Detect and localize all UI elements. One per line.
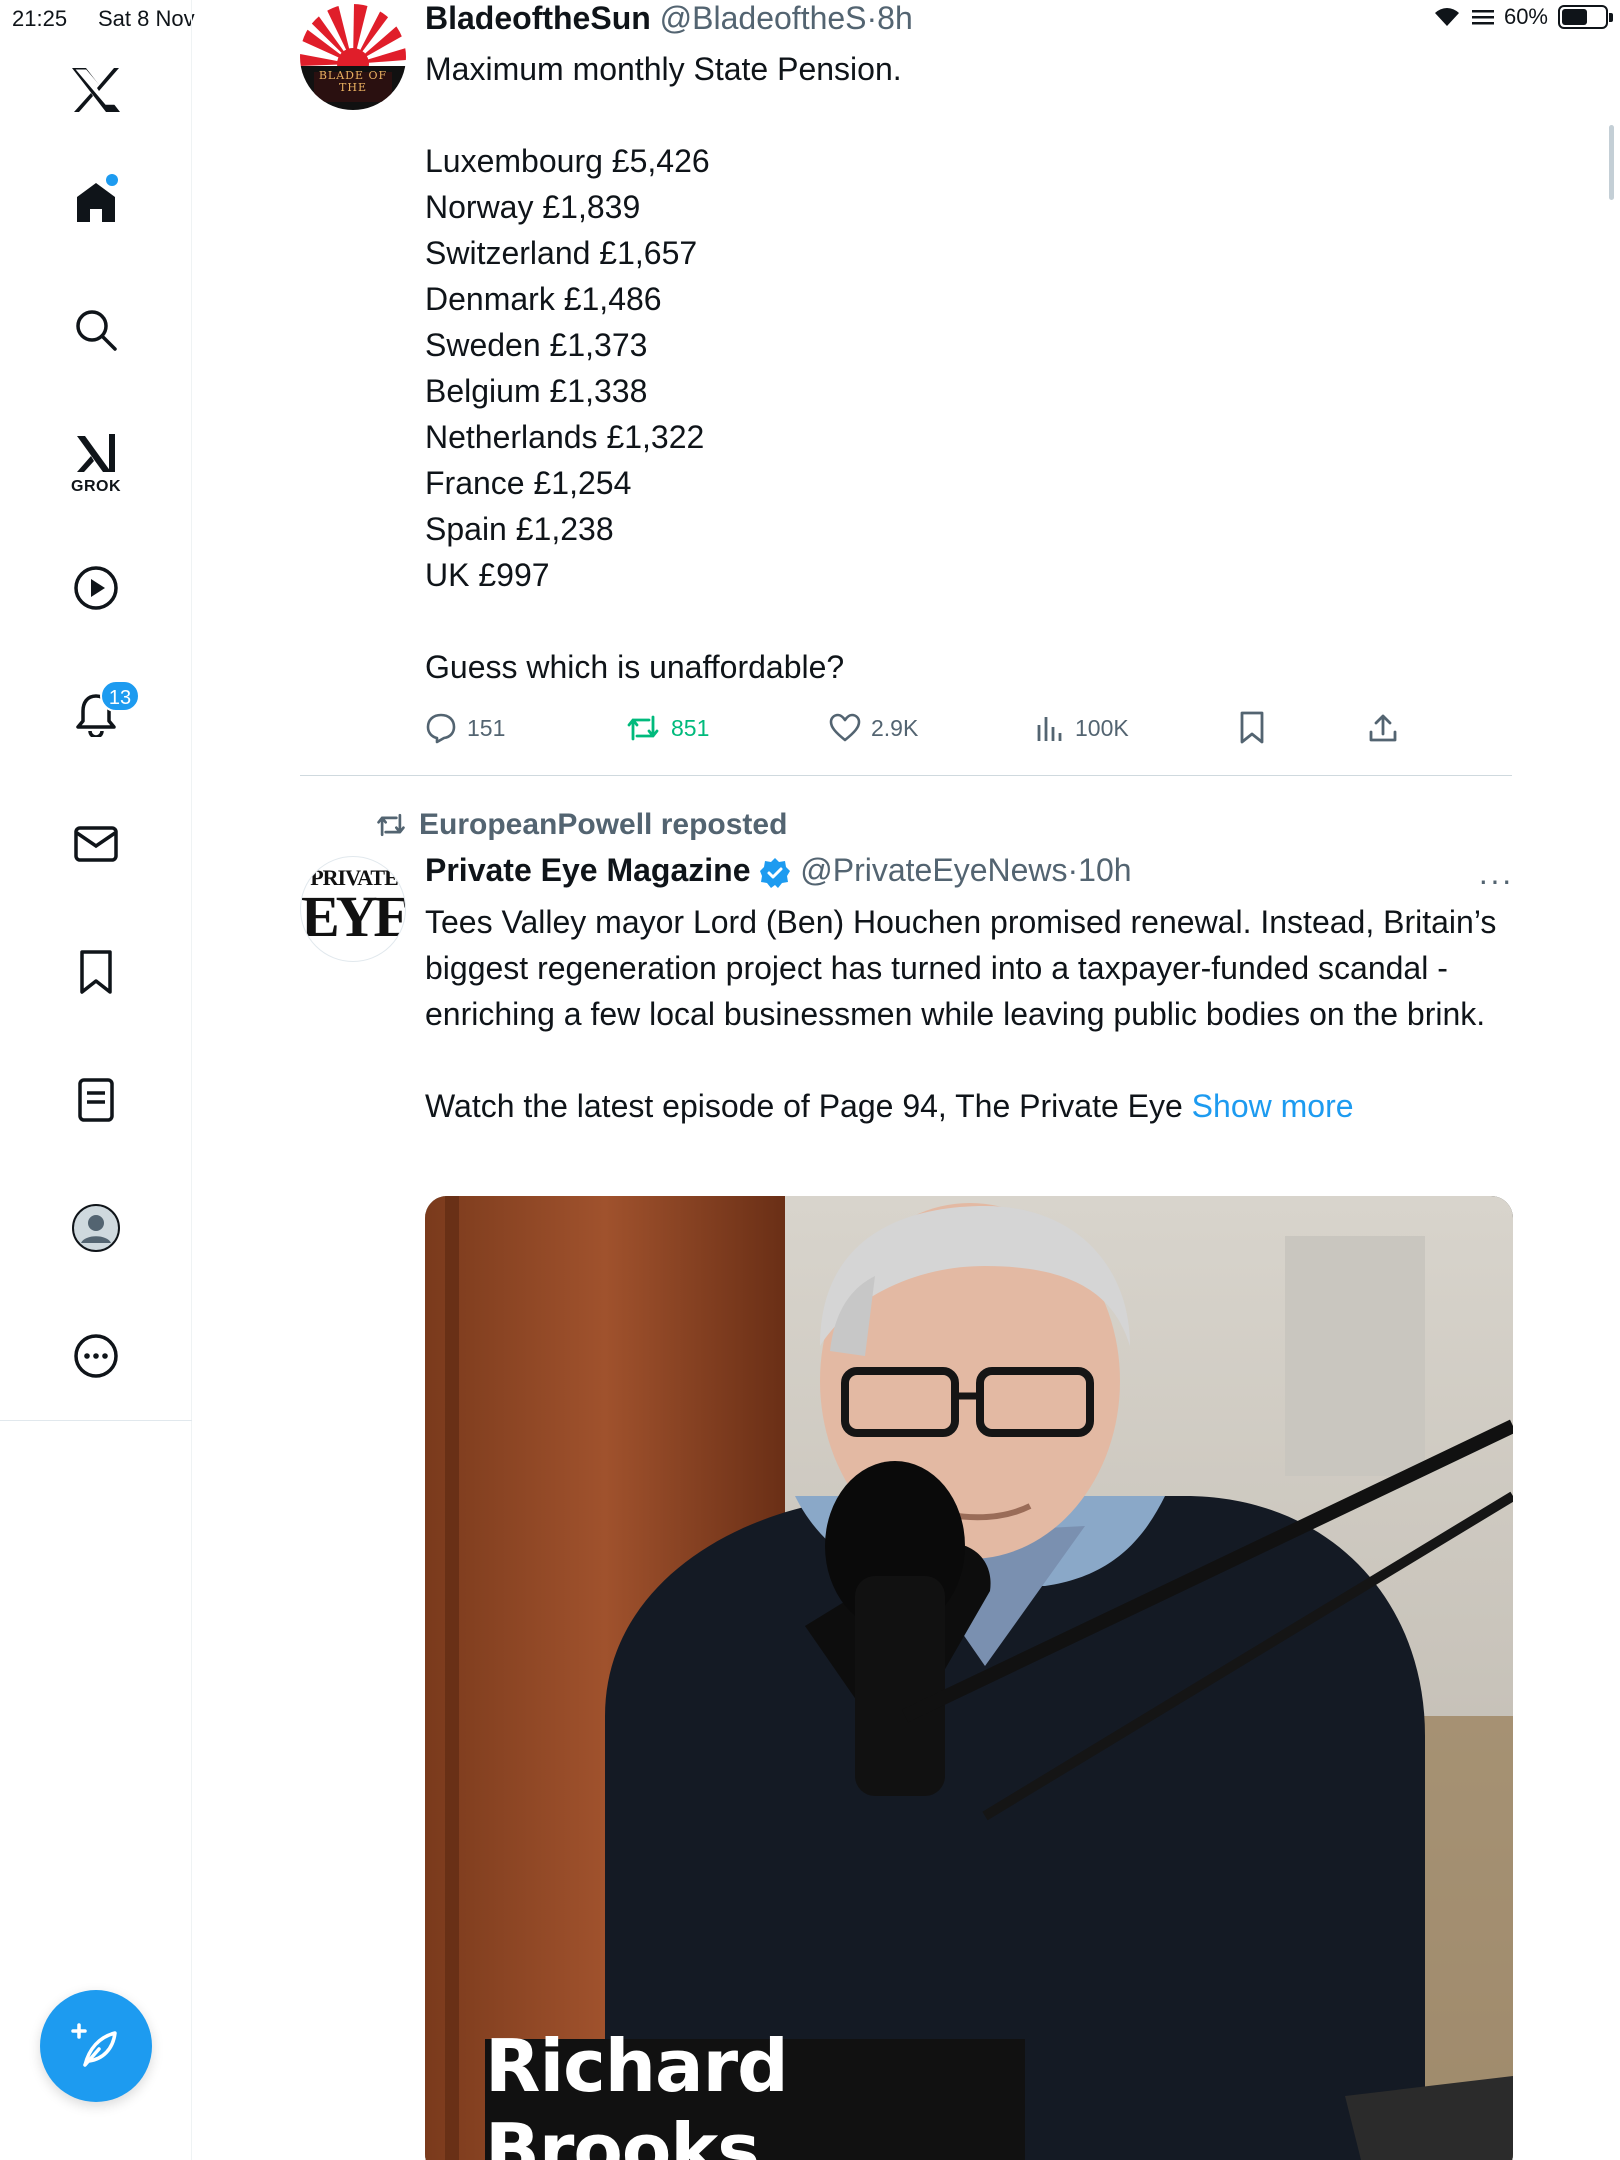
home-unread-dot [106, 174, 118, 186]
tweet2-video[interactable]: Richard Brooks [425, 1196, 1513, 2160]
x-app-screen: 21:25 Sat 8 Nov 60% GROK 13 BLADE OF THE… [0, 0, 1620, 2160]
share-button[interactable] [1367, 706, 1399, 750]
tweet2-time[interactable]: 10h [1078, 852, 1131, 888]
tweet1-author-name[interactable]: BladeoftheSun [425, 0, 651, 36]
share-icon [1369, 714, 1397, 742]
battery-percent: 60% [1503, 4, 1548, 29]
repost-count: 851 [671, 714, 710, 741]
sidebar-item-profile[interactable] [0, 1188, 192, 1268]
compose-post-button[interactable] [40, 1990, 152, 2102]
battery-fill [1562, 9, 1588, 25]
scrollbar-thumb[interactable] [1609, 125, 1614, 200]
tweet1-avatar[interactable]: BLADE OF THE [300, 4, 406, 110]
tweet2-handle[interactable]: @PrivateEyeNews [800, 852, 1067, 888]
reply-count: 151 [467, 714, 506, 741]
tweet1-text: Maximum monthly State Pension. Luxembour… [425, 51, 902, 685]
sidebar-nav: GROK 13 [0, 0, 192, 2160]
mail-icon [74, 826, 118, 862]
video-caption: Richard Brooks [485, 2024, 1025, 2160]
search-icon [76, 310, 117, 351]
wifi-icon [1434, 8, 1459, 26]
tweet1-header: BladeoftheSun @BladeoftheS·8h [425, 0, 913, 37]
repost-button[interactable]: 851 [625, 706, 709, 750]
reply-icon [426, 713, 456, 744]
avatar-line2: EYE [301, 884, 406, 949]
tweet1-actions: 151 851 2.9K 100K [425, 706, 1415, 750]
sidebar-divider [0, 1420, 192, 1421]
sidebar-item-notifications[interactable]: 13 [0, 674, 192, 754]
views-count: 100K [1075, 714, 1129, 741]
x-logo-icon [72, 68, 120, 112]
reply-button[interactable]: 151 [425, 706, 505, 750]
status-indicators: 60% [1432, 4, 1613, 30]
sidebar-item-more[interactable] [0, 1316, 192, 1396]
x-logo-button[interactable] [0, 50, 192, 130]
sidebar-item-videos[interactable] [0, 548, 192, 628]
sidebar-item-lists[interactable] [0, 1060, 192, 1140]
battery-icon [1558, 5, 1613, 29]
views-chart-icon [1037, 717, 1062, 741]
profile-avatar-icon [72, 1204, 120, 1252]
more-circle-icon [74, 1334, 118, 1378]
tweet1-handle[interactable]: @BladeoftheS [660, 0, 867, 36]
bookmark-icon [1240, 711, 1264, 744]
list-icon [1471, 10, 1494, 25]
play-icon [74, 566, 118, 610]
tweet1-dot: · [866, 0, 878, 36]
sidebar-item-messages[interactable] [0, 804, 192, 884]
tweet2-header: Private Eye Magazine @PrivateEyeNews·10h [425, 852, 1132, 889]
sidebar-item-home[interactable] [0, 162, 192, 242]
tweet2-more-button[interactable]: ··· [1478, 862, 1513, 899]
repost-icon [627, 715, 659, 741]
tweet2-dot: · [1067, 852, 1079, 888]
tweet2-avatar[interactable]: PRIVATE EYE [300, 856, 406, 962]
heart-icon [829, 713, 861, 742]
repost-icon [377, 813, 405, 837]
tweet2-author-name[interactable]: Private Eye Magazine [425, 852, 750, 888]
video-frame [425, 1196, 1513, 2160]
sidebar-item-search[interactable] [0, 290, 192, 370]
show-more-link[interactable]: Show more [1192, 1088, 1354, 1124]
like-button[interactable]: 2.9K [829, 706, 918, 750]
repost-label: EuropeanPowell reposted [419, 808, 788, 841]
sidebar-item-grok[interactable]: GROK [0, 424, 192, 504]
grok-label: GROK [71, 478, 121, 495]
bookmark-icon [80, 950, 112, 994]
like-count: 2.9K [871, 714, 919, 741]
verified-badge-icon [760, 857, 791, 888]
list-document-icon [78, 1078, 114, 1122]
tweet2-text: Tees Valley mayor Lord (Ben) Houchen pro… [425, 899, 1515, 1129]
tweet-divider [300, 775, 1512, 776]
sidebar-item-bookmarks[interactable] [0, 932, 192, 1012]
notifications-badge: 13 [100, 680, 140, 712]
compose-feather-icon [71, 2023, 117, 2067]
tweet1-avatar-text: BLADE OF THE [318, 69, 388, 94]
bookmark-button[interactable] [1238, 706, 1266, 750]
grok-icon [77, 434, 115, 472]
video-caption-text: Richard Brooks [485, 2023, 789, 2160]
tweet1-time[interactable]: 8h [877, 0, 913, 36]
views-button[interactable]: 100K [1035, 706, 1129, 750]
repost-context[interactable]: EuropeanPowell reposted [375, 808, 787, 842]
